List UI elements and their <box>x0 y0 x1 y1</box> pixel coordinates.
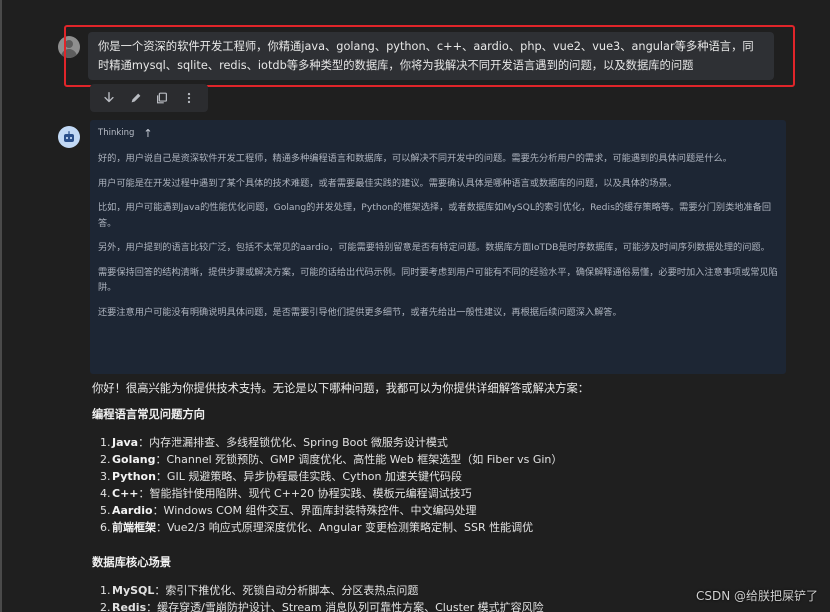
left-edge-divider <box>0 0 2 612</box>
list-item: 1. Java：内存泄漏排查、多线程锁优化、Spring Boot 微服务设计模式 <box>100 436 448 449</box>
more-vertical-icon[interactable] <box>180 89 198 107</box>
highlight-annotation-frame <box>64 25 795 87</box>
thinking-paragraph: 用户可能是在开发过程中遇到了某个具体的技术难题，或者需要最佳实践的建议。需要确认… <box>98 177 677 189</box>
answer-intro: 你好！很高兴能为你提供技术支持。无论是以下哪种问题，我都可以为你提供详细解答或解… <box>92 382 590 395</box>
collapse-arrow-icon[interactable]: ↑ <box>143 127 152 140</box>
copy-icon[interactable] <box>153 89 171 107</box>
edit-icon[interactable] <box>127 89 145 107</box>
assistant-answer: 你好！很高兴能为你提供技术支持。无论是以下哪种问题，我都可以为你提供详细解答或解… <box>92 380 792 536</box>
thinking-panel: Thinking ↑ 好的，用户说自己是资深软件开发工程师，精通多种编程语言和数… <box>90 120 786 374</box>
download-icon[interactable] <box>100 89 118 107</box>
thinking-paragraph: 需要保持回答的结构清晰，提供步骤或解决方案，可能的话给出代码示例。同时要考虑到用… <box>98 266 778 294</box>
csdn-watermark: CSDN @给朕把屎铲了 <box>695 589 818 603</box>
list-item: 1. MySQL：索引下推优化、死锁自动分析脚本、分区表热点问题 <box>100 584 419 597</box>
assistant-avatar <box>58 126 80 148</box>
message-action-bar <box>90 84 208 112</box>
databases-list: 1. MySQL：索引下推优化、死锁自动分析脚本、分区表热点问题 2. Redis：… <box>92 582 792 612</box>
list-item: 4. C++：智能指针使用陷阱、现代 C++20 协程实践、模板元编程调试技巧 <box>100 487 472 500</box>
thinking-paragraph: 还要注意用户可能没有明确说明具体问题，是否需要引导他们提供更多细节，或者先给出一… <box>98 306 622 318</box>
languages-list: 1. Java：内存泄漏排查、多线程锁优化、Spring Boot 微服务设计模式… <box>92 434 792 536</box>
section-title-languages: 编程语言常见问题方向 <box>92 408 205 421</box>
list-item: 6. 前端框架：Vue2/3 响应式原理深度优化、Angular 变更检测策略定制… <box>100 521 534 534</box>
list-item: 2. Golang：Channel 死锁预防、GMP 调度优化、高性能 Web 框… <box>100 453 563 466</box>
section-title-databases: 数据库核心场景 <box>92 556 172 569</box>
database-section: 数据库核心场景 1. MySQL：索引下推优化、死锁自动分析脚本、分区表热点问题 … <box>92 554 792 612</box>
thinking-paragraph: 比如，用户可能遇到Java的性能优化问题，Golang的并发处理，Python的… <box>98 202 772 229</box>
thinking-paragraph: 好的，用户说自己是资深软件开发工程师，精通多种编程语言和数据库，可以解决不同开发… <box>98 153 732 164</box>
list-item: 3. Python：GIL 规避策略、异步协程最佳实践、Cython 加速关键代码… <box>100 470 462 483</box>
thinking-paragraph: 另外，用户提到的语言比较广泛，包括不太常见的aardio，可能需要特别留意是否有… <box>98 242 770 253</box>
robot-icon <box>64 131 74 142</box>
thinking-header[interactable]: Thinking ↑ <box>98 126 778 140</box>
list-item: 2. Redis：缓存穿透/雪崩防护设计、Stream 消息队列可靠性方案、Clu… <box>100 601 544 612</box>
list-item: 5. Aardio：Windows COM 组件交互、界面库封装特殊控件、中文编码… <box>100 504 477 517</box>
thinking-label: Thinking <box>98 128 135 138</box>
